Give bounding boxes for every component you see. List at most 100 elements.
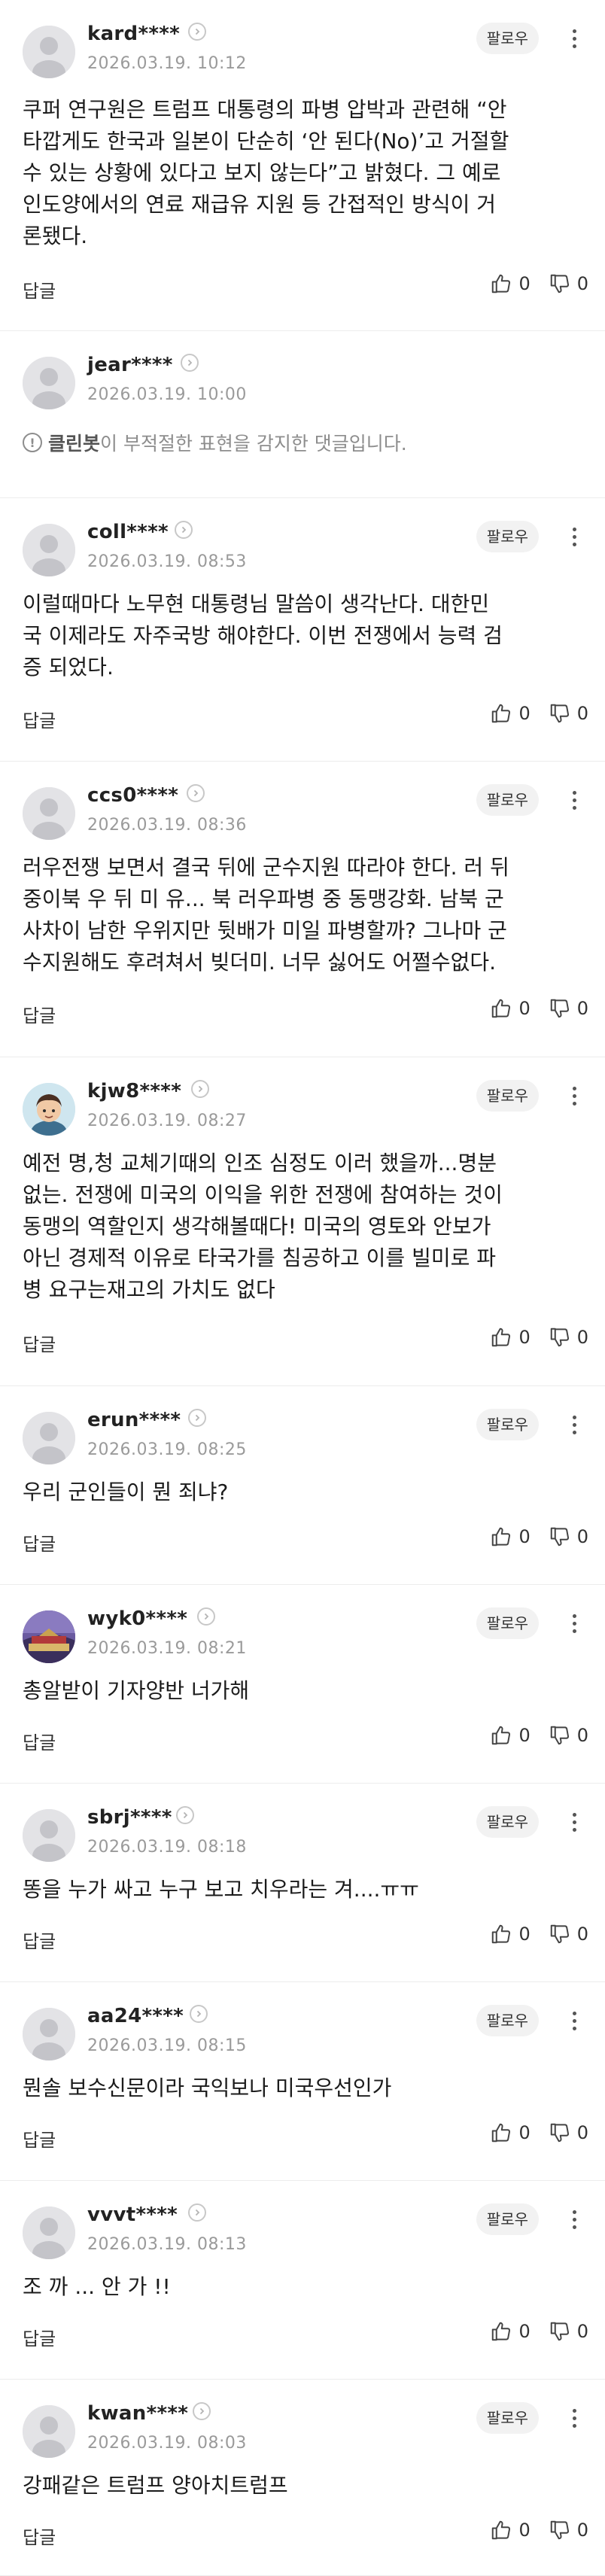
like-button[interactable]: 0 [490,1525,531,1548]
avatar[interactable] [23,787,75,840]
follow-button[interactable]: 팔로우 [476,1409,539,1440]
dislike-button[interactable]: 0 [549,1923,588,1945]
avatar[interactable] [23,1809,75,1862]
username[interactable]: jear**** [87,354,173,376]
follow-button[interactable]: 팔로우 [476,1806,539,1838]
avatar[interactable] [23,26,75,78]
follow-button[interactable]: 팔로우 [476,2203,539,2235]
like-count: 0 [518,1327,531,1348]
comment-item: coll**** 2026.03.19. 08:53 팔로우 이럴때마다 노무현… [0,498,605,762]
more-options-icon[interactable] [563,1806,585,1838]
reply-button[interactable]: 답글 [23,1927,56,1953]
avatar[interactable] [23,524,75,576]
chevron-right-icon[interactable] [190,2005,208,2023]
chevron-right-icon[interactable] [193,2402,211,2420]
comment-date: 2026.03.19. 08:15 [87,2036,247,2055]
username[interactable]: aa24**** [87,2005,184,2027]
reply-button[interactable]: 답글 [23,1529,56,1556]
reaction-bar: 0 0 [490,1724,588,1747]
like-count: 0 [518,1725,531,1746]
dislike-button[interactable]: 0 [549,1724,588,1747]
like-button[interactable]: 0 [490,2320,531,2343]
reply-button[interactable]: 답글 [23,2125,56,2152]
follow-button[interactable]: 팔로우 [476,784,539,816]
username[interactable]: erun**** [87,1409,181,1431]
like-button[interactable]: 0 [490,1724,531,1747]
more-options-icon[interactable] [563,1080,585,1112]
dislike-button[interactable]: 0 [549,1326,588,1349]
dislike-button[interactable]: 0 [549,997,588,1020]
cleanbot-label[interactable]: 클린봇 [48,433,100,455]
more-options-icon[interactable] [563,1409,585,1440]
chevron-right-icon[interactable] [175,521,193,539]
like-count: 0 [518,1526,531,1547]
avatar[interactable] [23,2008,75,2060]
username[interactable]: wyk0**** [87,1607,187,1630]
more-options-icon[interactable] [563,521,585,552]
chevron-right-icon[interactable] [191,1080,209,1098]
chevron-right-icon[interactable] [176,1806,194,1824]
like-count: 0 [518,998,531,1019]
comment-date: 2026.03.19. 08:18 [87,1838,247,1857]
reply-button[interactable]: 답글 [23,1330,56,1356]
dislike-button[interactable]: 0 [549,272,588,295]
dislike-button[interactable]: 0 [549,1525,588,1548]
chevron-right-icon[interactable] [181,354,199,372]
reply-button[interactable]: 답글 [23,1001,56,1027]
comment-text: 총알받이 기자양반 너가해 [23,1678,250,1703]
avatar[interactable] [23,1610,75,1663]
like-button[interactable]: 0 [490,997,531,1020]
username[interactable]: kard**** [87,23,180,45]
reaction-bar: 0 0 [490,1326,588,1349]
reply-button[interactable]: 답글 [23,276,56,303]
username[interactable]: sbrj**** [87,1806,172,1829]
more-options-icon[interactable] [563,1607,585,1639]
like-button[interactable]: 0 [490,1923,531,1945]
chevron-right-icon[interactable] [188,1409,206,1427]
follow-button[interactable]: 팔로우 [476,521,539,552]
dislike-count: 0 [576,273,588,294]
reply-button[interactable]: 답글 [23,2523,56,2549]
chevron-right-icon[interactable] [197,1607,215,1626]
reply-button[interactable]: 답글 [23,2324,56,2350]
follow-button[interactable]: 팔로우 [476,1607,539,1639]
reply-button[interactable]: 답글 [23,1728,56,1754]
like-button[interactable]: 0 [490,272,531,295]
reaction-bar: 0 0 [490,2519,588,2541]
username[interactable]: coll**** [87,521,169,543]
more-options-icon[interactable] [563,2203,585,2235]
like-button[interactable]: 0 [490,2519,531,2541]
avatar[interactable] [23,2206,75,2259]
more-options-icon[interactable] [563,23,585,54]
chevron-right-icon[interactable] [188,23,206,41]
follow-button[interactable]: 팔로우 [476,2402,539,2434]
like-button[interactable]: 0 [490,702,531,725]
dislike-button[interactable]: 0 [549,2519,588,2541]
more-options-icon[interactable] [563,2005,585,2036]
dislike-button[interactable]: 0 [549,2121,588,2144]
more-options-icon[interactable] [563,784,585,816]
more-options-icon[interactable] [563,2402,585,2434]
chevron-right-icon[interactable] [187,784,205,802]
like-button[interactable]: 0 [490,2121,531,2144]
like-button[interactable]: 0 [490,1326,531,1349]
avatar[interactable] [23,1083,75,1136]
reaction-bar: 0 0 [490,2121,588,2144]
avatar[interactable] [23,2405,75,2458]
username[interactable]: kjw8**** [87,1080,181,1102]
thumbs-down-icon [550,1726,569,1745]
dislike-button[interactable]: 0 [549,2320,588,2343]
follow-button[interactable]: 팔로우 [476,1080,539,1112]
follow-button[interactable]: 팔로우 [476,23,539,54]
follow-button[interactable]: 팔로우 [476,2005,539,2036]
avatar[interactable] [23,1412,75,1464]
avatar[interactable] [23,357,75,409]
reply-button[interactable]: 답글 [23,706,56,732]
chevron-right-icon[interactable] [188,2203,206,2222]
thumbs-up-icon [492,1924,511,1944]
username[interactable]: ccs0**** [87,784,178,807]
dislike-count: 0 [576,1725,588,1746]
username[interactable]: vvvt**** [87,2203,178,2226]
dislike-button[interactable]: 0 [549,702,588,725]
username[interactable]: kwan**** [87,2402,188,2425]
